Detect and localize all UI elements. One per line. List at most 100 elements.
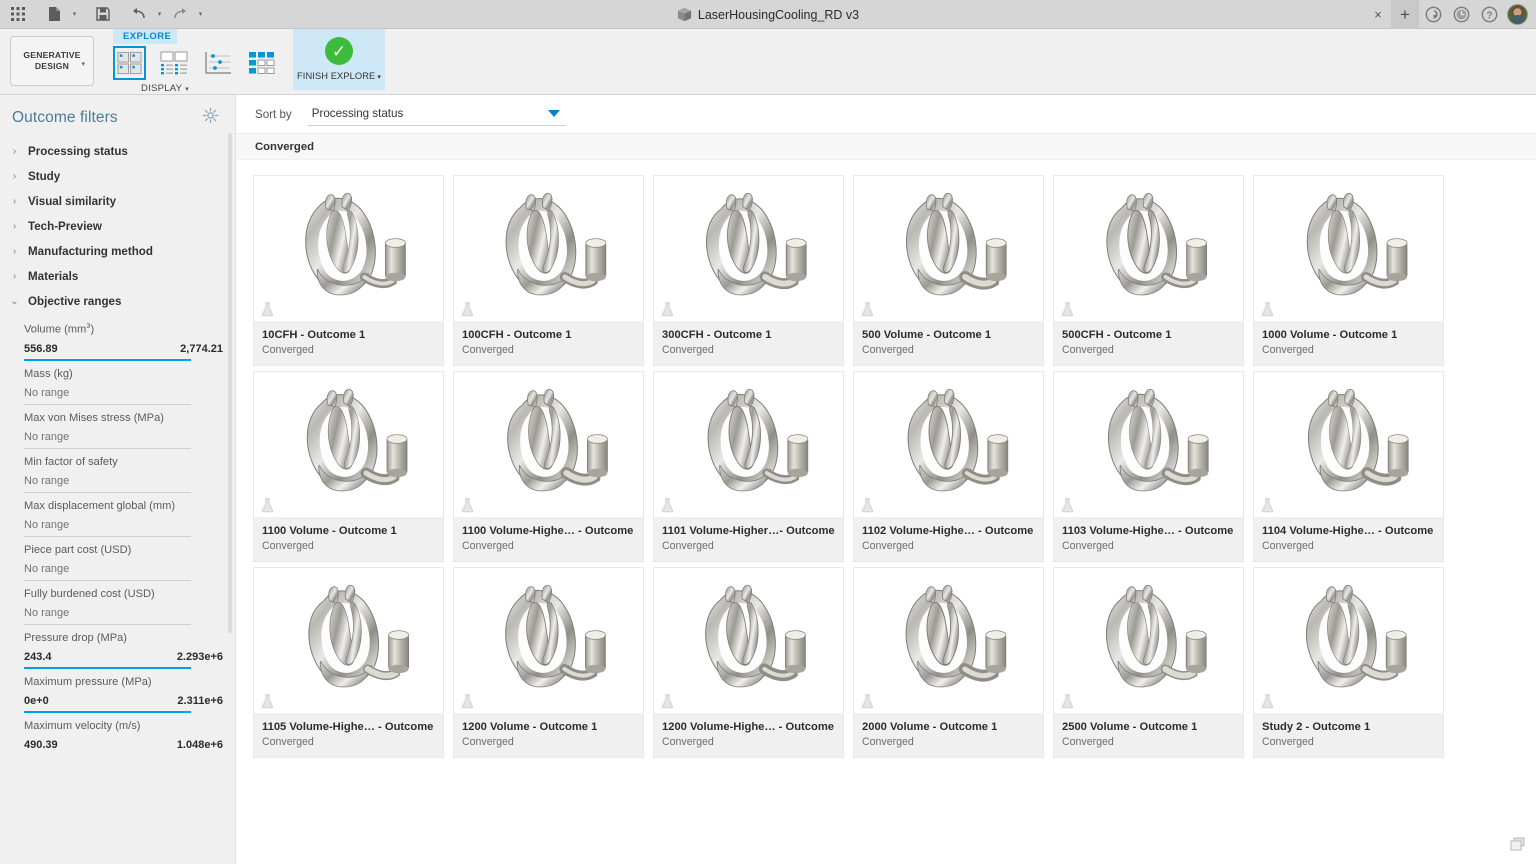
save-icon[interactable] xyxy=(90,2,116,26)
clock-icon[interactable] xyxy=(1447,0,1475,29)
outcome-thumbnail[interactable] xyxy=(654,568,843,713)
close-icon[interactable]: × xyxy=(1365,0,1391,29)
range-min-factor-of-safety[interactable]: Min factor of safety No range xyxy=(0,449,235,493)
outcome-card[interactable]: 1000 Volume - Outcome 1Converged xyxy=(1253,175,1444,366)
outcome-card-footer: 1104 Volume-Highe… - Outcome 1Converged xyxy=(1254,517,1443,561)
outcome-thumbnail[interactable] xyxy=(1254,372,1443,517)
outcome-card[interactable]: 100CFH - Outcome 1Converged xyxy=(453,175,644,366)
user-avatar[interactable] xyxy=(1507,4,1528,25)
outcome-card[interactable]: 1200 Volume-Highe… - Outcome 1Converged xyxy=(653,567,844,758)
outcome-status: Converged xyxy=(1062,736,1235,749)
filter-label: Study xyxy=(28,170,60,183)
outcome-thumbnail[interactable] xyxy=(254,372,443,517)
range-label: Max von Mises stress (MPa) xyxy=(24,412,223,424)
outcome-card[interactable]: 1101 Volume-Higher…- Outcome 1Converged xyxy=(653,371,844,562)
workspace-caret-icon[interactable]: ▾ xyxy=(81,60,85,68)
chevron-right-icon: › xyxy=(10,221,19,232)
generative-design-workspace-button[interactable]: GENERATIVE DESIGN ▾ xyxy=(10,36,94,86)
display-dropdown[interactable]: DISPLAY▾ xyxy=(141,83,189,94)
outcome-thumbnail[interactable] xyxy=(1054,568,1243,713)
range-maximum-velocity[interactable]: Maximum velocity (m/s) 490.391.048e+6 xyxy=(0,713,235,751)
grid-apps-icon[interactable] xyxy=(5,2,31,26)
redo-icon[interactable] xyxy=(167,2,193,26)
outcome-card-footer: 100CFH - Outcome 1Converged xyxy=(454,321,643,365)
tab-explore[interactable]: EXPLORE xyxy=(113,29,177,44)
outcome-title: 1103 Volume-Highe… - Outcome 1 xyxy=(1062,524,1235,538)
finish-explore-button[interactable]: ✓ FINISH EXPLORE▾ xyxy=(293,29,385,90)
sidebar-item-tech-preview[interactable]: › Tech-Preview xyxy=(0,214,235,239)
question-icon[interactable]: ? xyxy=(1475,0,1503,29)
new-tab-plus-icon[interactable]: + xyxy=(1391,0,1419,29)
outcome-thumbnail[interactable] xyxy=(1054,176,1243,321)
range-fully-burdened-cost[interactable]: Fully burdened cost (USD) No range xyxy=(0,581,235,625)
outcome-card[interactable]: 1100 Volume - Outcome 1Converged xyxy=(253,371,444,562)
chevron-right-icon: › xyxy=(10,146,19,157)
range-max-von-mises-stress[interactable]: Max von Mises stress (MPa) No range xyxy=(0,405,235,449)
filter-label: Processing status xyxy=(28,145,128,158)
file-menu-caret-icon[interactable]: ▾ xyxy=(69,2,80,26)
outcome-thumbnail[interactable] xyxy=(1254,568,1443,713)
range-label: Fully burdened cost (USD) xyxy=(24,588,223,600)
outcome-card[interactable]: 1104 Volume-Highe… - Outcome 1Converged xyxy=(1253,371,1444,562)
outcome-card[interactable]: 500CFH - Outcome 1Converged xyxy=(1053,175,1244,366)
outcome-card[interactable]: 1105 Volume-Highe… - Outcome 1Converged xyxy=(253,567,444,758)
range-volume[interactable]: Volume (mm3) 556.892,774.21 xyxy=(0,314,235,361)
outcome-card[interactable]: 2500 Volume - Outcome 1Converged xyxy=(1053,567,1244,758)
outcome-thumbnail[interactable] xyxy=(654,176,843,321)
outcome-card[interactable]: 1102 Volume-Highe… - Outcome 1Converged xyxy=(853,371,1044,562)
outcome-card-footer: 1103 Volume-Highe… - Outcome 1 Converged xyxy=(1054,517,1243,561)
redo-caret-icon[interactable]: ▾ xyxy=(195,2,206,26)
outcome-card[interactable]: 10CFH - Outcome 1Converged xyxy=(253,175,444,366)
outcome-title: 500CFH - Outcome 1 xyxy=(1062,328,1235,342)
outcome-card[interactable]: 1200 Volume - Outcome 1Converged xyxy=(453,567,644,758)
outcome-thumbnail[interactable] xyxy=(254,568,443,713)
outcome-thumbnail[interactable] xyxy=(654,372,843,517)
range-mass[interactable]: Mass (kg) No range xyxy=(0,361,235,405)
outcome-card[interactable]: 2000 Volume - Outcome 1Converged xyxy=(853,567,1044,758)
outcome-thumbnail[interactable] xyxy=(454,372,643,517)
range-piece-part-cost[interactable]: Piece part cost (USD) No range xyxy=(0,537,235,581)
gear-icon[interactable] xyxy=(202,107,219,129)
file-icon[interactable] xyxy=(41,2,67,26)
outcome-thumbnail[interactable] xyxy=(1254,176,1443,321)
scatter-plot-view-icon[interactable] xyxy=(201,46,234,80)
range-min: 490.39 xyxy=(24,739,58,751)
outcome-card[interactable]: 500 Volume - Outcome 1Converged xyxy=(853,175,1044,366)
outcome-card[interactable]: Study 2 - Outcome 1Converged xyxy=(1253,567,1444,758)
outcome-thumbnail[interactable] xyxy=(454,176,643,321)
bell-icon[interactable] xyxy=(1419,0,1447,29)
range-max-displacement-global[interactable]: Max displacement global (mm) No range xyxy=(0,493,235,537)
outcome-card[interactable]: 300CFH - Outcome 1Converged xyxy=(653,175,844,366)
sidebar-item-study[interactable]: › Study xyxy=(0,164,235,189)
table-view-icon[interactable] xyxy=(245,46,278,80)
range-pressure-drop[interactable]: Pressure drop (MPa) 243.42.293e+6 xyxy=(0,625,235,669)
range-max: 2,774.21 xyxy=(180,343,223,355)
grid-view-icon[interactable] xyxy=(113,46,146,80)
outcome-status: Converged xyxy=(1062,540,1235,553)
sidebar-item-materials[interactable]: › Materials xyxy=(0,264,235,289)
sidebar-item-visual-similarity[interactable]: › Visual similarity xyxy=(0,189,235,214)
undo-icon[interactable] xyxy=(126,2,152,26)
outcome-card[interactable]: 1103 Volume-Highe… - Outcome 1 Converged xyxy=(1053,371,1244,562)
window-restore-icon[interactable] xyxy=(1510,837,1525,856)
study-flask-icon xyxy=(261,694,274,709)
sidebar-scrollbar[interactable] xyxy=(228,133,232,633)
undo-caret-icon[interactable]: ▾ xyxy=(154,2,165,26)
sidebar-item-processing-status[interactable]: › Processing status xyxy=(0,139,235,164)
outcomes-grid-wrapper: 10CFH - Outcome 1Converged xyxy=(236,160,1536,864)
sidebar-item-objective-ranges[interactable]: ⌄ Objective ranges xyxy=(0,289,235,314)
outcome-thumbnail[interactable] xyxy=(1054,372,1243,517)
range-maximum-pressure[interactable]: Maximum pressure (MPa) 0e+02.311e+6 xyxy=(0,669,235,713)
range-label: Mass (kg) xyxy=(24,368,223,380)
outcome-thumbnail[interactable] xyxy=(854,568,1043,713)
sidebar-item-manufacturing-method[interactable]: › Manufacturing method xyxy=(0,239,235,264)
sort-by-select[interactable]: Processing status xyxy=(308,103,566,126)
outcome-thumbnail[interactable] xyxy=(254,176,443,321)
outcome-card[interactable]: 1100 Volume-Highe… - Outcome 1Converged xyxy=(453,371,644,562)
outcome-thumbnail[interactable] xyxy=(454,568,643,713)
outcome-card-footer: 2500 Volume - Outcome 1Converged xyxy=(1054,713,1243,757)
detail-list-view-icon[interactable] xyxy=(157,46,190,80)
outcome-thumbnail[interactable] xyxy=(854,372,1043,517)
outcome-group-header: Converged xyxy=(236,134,1536,160)
outcome-thumbnail[interactable] xyxy=(854,176,1043,321)
